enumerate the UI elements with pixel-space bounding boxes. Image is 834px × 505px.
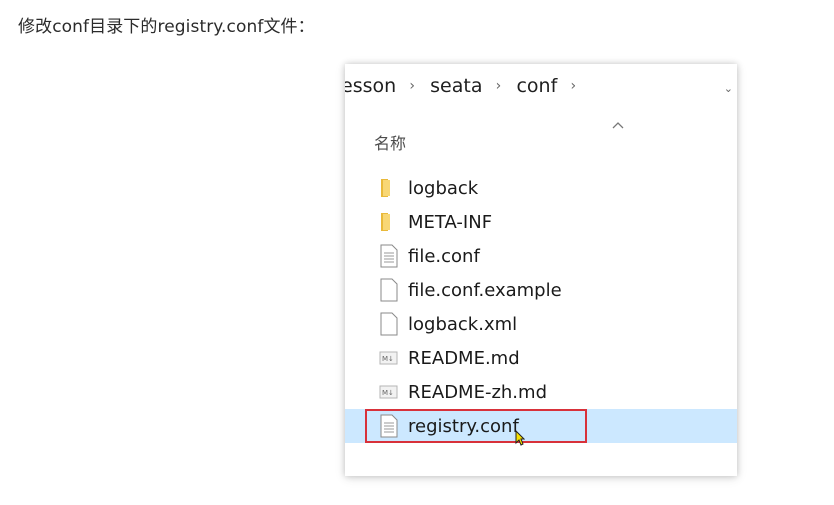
file-list: logback META-INF file.conf file.conf.exa…	[345, 171, 737, 446]
breadcrumb-item-conf[interactable]: conf	[516, 75, 557, 97]
list-item[interactable]: file.conf	[345, 239, 737, 273]
chevron-right-icon[interactable]: ›	[567, 79, 579, 93]
list-item[interactable]: M↓ README-zh.md	[345, 375, 737, 409]
svg-text:M↓: M↓	[382, 355, 394, 363]
blank-file-icon	[378, 278, 400, 302]
text-file-icon	[378, 414, 400, 438]
list-item[interactable]: logback.xml	[345, 307, 737, 341]
file-name: README-zh.md	[408, 381, 547, 403]
sort-ascending-icon	[612, 118, 624, 132]
breadcrumb-item-seata[interactable]: seata	[430, 75, 482, 97]
file-name: file.conf.example	[408, 279, 562, 301]
list-item[interactable]: logback	[345, 171, 737, 205]
mouse-cursor-icon	[515, 429, 526, 446]
svg-text:M↓: M↓	[382, 389, 394, 397]
breadcrumb: esson › seata › conf ›	[345, 74, 591, 98]
chevron-right-icon[interactable]: ›	[406, 79, 418, 93]
markdown-file-icon: M↓	[378, 346, 400, 370]
chevron-right-icon[interactable]: ›	[492, 79, 504, 93]
file-name: META-INF	[408, 211, 493, 233]
file-name: registry.conf	[408, 415, 519, 437]
list-item[interactable]: file.conf.example	[345, 273, 737, 307]
folder-icon	[378, 210, 400, 234]
markdown-file-icon: M↓	[378, 380, 400, 404]
list-item[interactable]: M↓ README.md	[345, 341, 737, 375]
file-name: README.md	[408, 347, 520, 369]
file-name: logback	[408, 177, 479, 199]
column-header-name[interactable]: 名称	[374, 130, 406, 154]
file-name: logback.xml	[408, 313, 518, 335]
instruction-text: 修改conf目录下的registry.conf文件：	[18, 17, 315, 37]
chevron-down-icon[interactable]: ⌄	[724, 82, 733, 95]
folder-icon	[378, 176, 400, 200]
list-item-selected[interactable]: registry.conf	[345, 409, 737, 446]
list-item[interactable]: META-INF	[345, 205, 737, 239]
file-name: file.conf	[408, 245, 480, 267]
text-file-icon	[378, 244, 400, 268]
file-explorer-window: esson › seata › conf › ⌄ 名称 logback META…	[345, 64, 737, 476]
blank-file-icon	[378, 312, 400, 336]
breadcrumb-item-esson[interactable]: esson	[345, 75, 396, 97]
